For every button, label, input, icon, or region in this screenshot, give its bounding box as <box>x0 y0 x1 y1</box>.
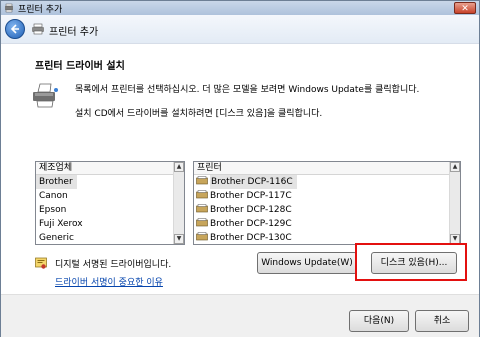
add-printer-window: 프린터 추가 ✕ 프린터 추가 프린터 드라이버 설치 목록에서 프린터를 선택… <box>0 0 480 337</box>
manufacturer-list[interactable]: 제조업체 Brother Canon Epson Fuji Xerox Gene… <box>35 161 185 245</box>
content-area: 프린터 드라이버 설치 목록에서 프린터를 선택하십시오. 더 많은 모델을 보… <box>1 44 479 294</box>
list-item[interactable]: Brother DCP-116C <box>194 175 449 189</box>
list-item[interactable]: Brother DCP-128C <box>194 203 449 217</box>
driver-icon <box>196 190 208 199</box>
instruction-text-1: 목록에서 프린터를 선택하십시오. 더 많은 모델을 보려면 Windows U… <box>75 85 420 95</box>
driver-icon <box>196 204 208 213</box>
back-button[interactable] <box>5 19 25 39</box>
driver-icon <box>196 218 208 227</box>
cancel-button[interactable]: 취소 <box>415 310 469 332</box>
windows-update-button[interactable]: Windows Update(W) <box>257 252 357 274</box>
back-arrow-icon <box>10 24 19 34</box>
list-item-label: Brother DCP-117C <box>210 191 292 201</box>
large-printer-icon <box>33 83 58 108</box>
signed-driver-icon <box>35 257 47 269</box>
footer-bar: 다음(N) 취소 <box>1 294 479 337</box>
manufacturer-list-header: 제조업체 <box>36 162 184 175</box>
title-bar: 프린터 추가 ✕ <box>1 1 479 15</box>
window-title: 프린터 추가 <box>18 5 63 15</box>
list-item-label: Brother <box>36 175 77 189</box>
list-item[interactable]: Brother <box>36 175 173 189</box>
scroll-up-arrow-icon[interactable]: ▲ <box>174 162 184 172</box>
list-item-label: Brother DCP-116C <box>210 175 297 189</box>
manufacturer-scrollbar[interactable]: ▲ ▼ <box>173 162 184 244</box>
signature-status: 디지털 서명된 드라이버입니다. <box>55 260 172 270</box>
printer-list-header: 프린터 <box>194 162 460 175</box>
list-item-label: Brother DCP-130C <box>210 233 292 243</box>
list-item[interactable]: Brother DCP-117C <box>194 189 449 203</box>
printer-model-list[interactable]: 프린터 Brother DCP-116C Brother DCP-117C Br… <box>193 161 461 245</box>
printer-icon <box>32 23 44 35</box>
scroll-up-arrow-icon[interactable]: ▲ <box>450 162 460 172</box>
navigation-bar: 프린터 추가 <box>1 15 479 44</box>
list-item-label: Brother DCP-128C <box>210 205 292 215</box>
close-button[interactable]: ✕ <box>454 2 476 14</box>
driver-icon <box>196 232 208 241</box>
page-heading: 프린터 드라이버 설치 <box>35 61 125 72</box>
printer-icon <box>5 3 13 13</box>
highlight-box <box>355 243 467 281</box>
list-item[interactable]: Fuji Xerox <box>36 217 173 231</box>
instruction-text-2: 설치 CD에서 드라이버를 설치하려면 [디스크 있음]을 클릭합니다. <box>75 109 323 119</box>
driver-signing-link[interactable]: 드라이버 서명이 중요한 이유 <box>55 275 163 288</box>
list-item[interactable]: Generic <box>36 231 173 244</box>
list-item-label: Brother DCP-129C <box>210 219 292 229</box>
driver-icon <box>196 176 208 185</box>
list-item[interactable]: Brother DCP-129C <box>194 217 449 231</box>
list-item[interactable]: Epson <box>36 203 173 217</box>
printer-scrollbar[interactable]: ▲ ▼ <box>449 162 460 244</box>
scroll-down-arrow-icon[interactable]: ▼ <box>174 234 184 244</box>
next-button[interactable]: 다음(N) <box>349 310 409 332</box>
nav-title: 프린터 추가 <box>49 27 99 38</box>
list-item[interactable]: Canon <box>36 189 173 203</box>
